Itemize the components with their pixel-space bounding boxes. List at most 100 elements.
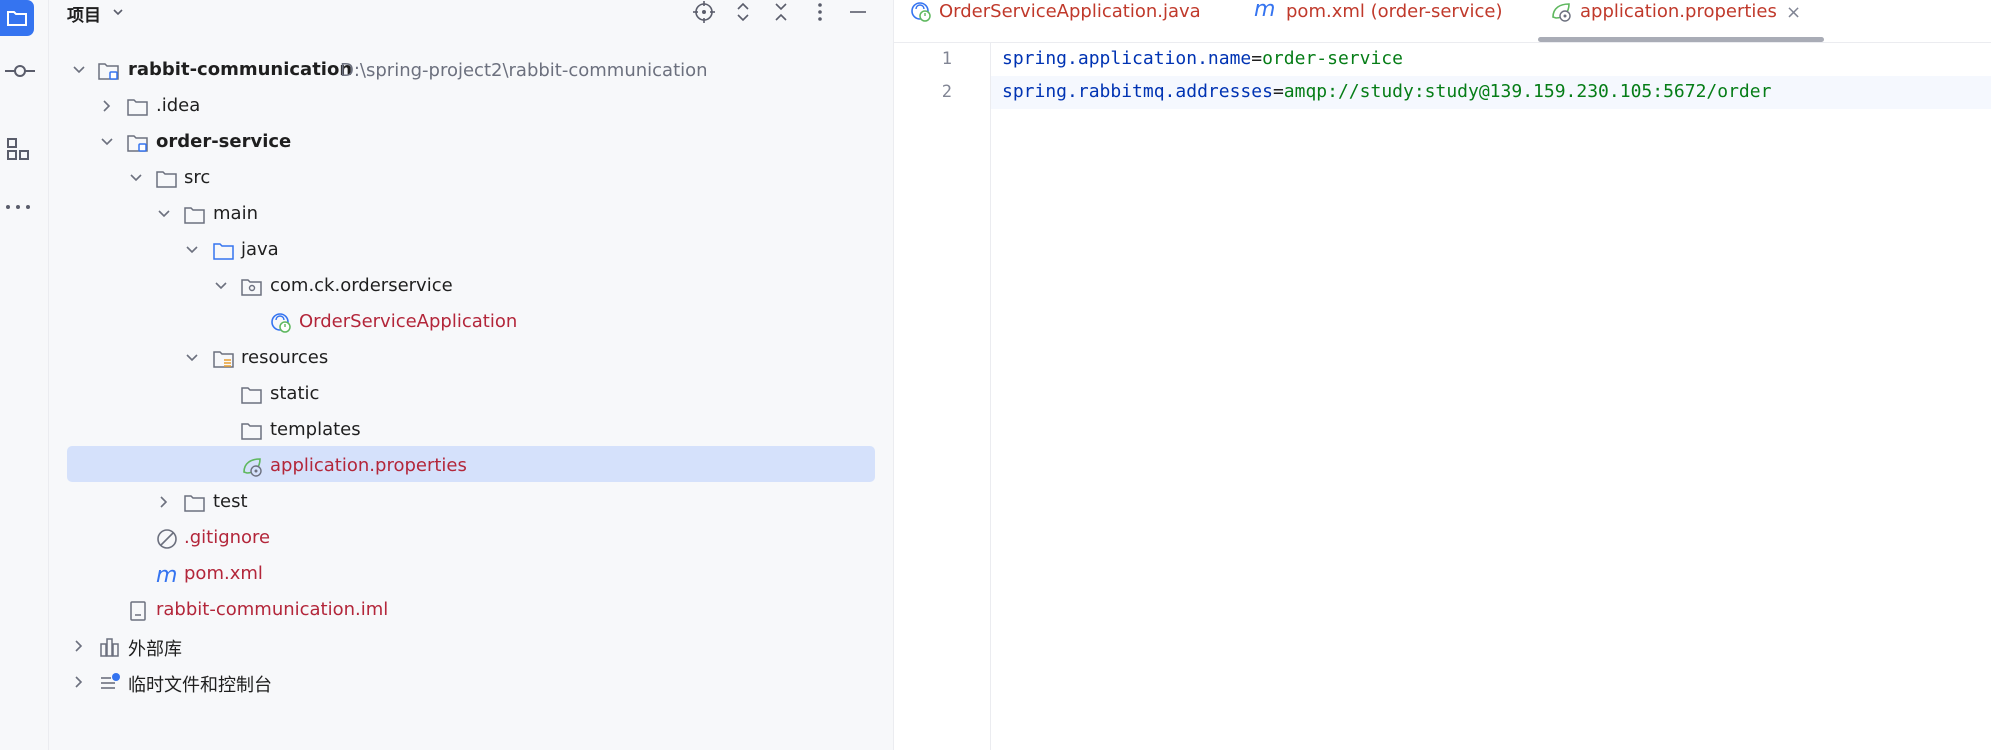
tree-item-label: .gitignore xyxy=(184,527,271,548)
expand-all-icon[interactable] xyxy=(731,0,755,24)
property-value: order-service xyxy=(1262,48,1403,69)
more-icon[interactable] xyxy=(0,189,36,225)
library-icon xyxy=(99,636,121,658)
tree-item-test[interactable]: test xyxy=(49,485,893,521)
chevron-down-icon[interactable] xyxy=(184,242,200,258)
options-icon[interactable] xyxy=(808,0,832,24)
spring-properties-icon xyxy=(1550,1,1572,23)
tab-label: application.properties xyxy=(1580,1,1777,22)
svg-text:m: m xyxy=(1254,0,1275,20)
folder-icon xyxy=(184,492,206,514)
tree-item-label: 外部库 xyxy=(128,639,182,660)
svg-text:m: m xyxy=(156,564,177,586)
project-folder-icon[interactable] xyxy=(0,0,34,36)
chevron-down-icon[interactable] xyxy=(111,4,125,23)
property-separator: = xyxy=(1272,81,1284,102)
tab-pom-xml[interactable]: m pom.xml (order-service) xyxy=(1254,0,1514,42)
line-number: 2 xyxy=(941,82,952,102)
line-number: 1 xyxy=(941,49,952,69)
tree-item-pom-xml[interactable]: m pom.xml xyxy=(49,557,893,593)
minimize-icon[interactable] xyxy=(846,0,870,24)
editor-tabs: OrderServiceApplication.java m pom.xml (… xyxy=(894,0,1991,43)
ide-window: 项目 rabbit-communication D:\spring-projec… xyxy=(0,0,1991,750)
tree-item-external-libraries[interactable]: 外部库 xyxy=(49,629,893,665)
tab-application-properties[interactable]: application.properties × xyxy=(1538,0,1824,42)
folder-icon xyxy=(127,96,149,118)
structure-icon[interactable] xyxy=(0,131,36,167)
tree-item-package[interactable]: com.ck.orderservice xyxy=(49,269,893,305)
tree-item-label: OrderServiceApplication xyxy=(299,311,518,332)
chevron-right-icon[interactable] xyxy=(99,98,115,114)
tree-item-iml[interactable]: rabbit-communication.iml xyxy=(49,593,893,629)
editor: OrderServiceApplication.java m pom.xml (… xyxy=(894,0,1991,750)
project-panel: 项目 rabbit-communication D:\spring-projec… xyxy=(49,0,894,750)
tree-item-rabbit-communication[interactable]: rabbit-communication D:\spring-project2\… xyxy=(49,53,893,89)
tree-item-label: .idea xyxy=(156,95,201,116)
tree-item-java[interactable]: java xyxy=(49,233,893,269)
tree-item-label: test xyxy=(213,491,248,512)
spring-boot-class-icon xyxy=(910,1,932,23)
selection-highlight xyxy=(67,446,875,482)
tab-label: OrderServiceApplication.java xyxy=(939,1,1201,22)
folder-icon xyxy=(241,420,263,442)
code-area[interactable]: spring.application.name=order-service sp… xyxy=(991,43,1991,750)
tree-item-label: templates xyxy=(270,419,361,440)
tree-item-label: com.ck.orderservice xyxy=(270,275,453,296)
property-key: spring.rabbitmq.addresses xyxy=(1002,81,1273,102)
line-number-gutter: 1 2 xyxy=(894,43,991,750)
tree-item-static[interactable]: static xyxy=(49,377,893,413)
ignore-file-icon xyxy=(156,528,178,550)
chevron-down-icon[interactable] xyxy=(99,134,115,150)
property-value: amqp://study:study@139.159.230.105:5672/… xyxy=(1283,81,1772,102)
tree-item-idea[interactable]: .idea xyxy=(49,89,893,125)
tree-item-src[interactable]: src xyxy=(49,161,893,197)
tree-item-label: src xyxy=(184,167,211,188)
property-key: spring.application.name xyxy=(1002,48,1252,69)
tool-strip xyxy=(0,0,49,750)
project-panel-header: 项目 xyxy=(49,0,893,28)
tree-item-main[interactable]: main xyxy=(49,197,893,233)
spring-boot-class-icon xyxy=(270,312,292,334)
module-folder-icon xyxy=(98,60,120,82)
maven-icon: m xyxy=(156,563,178,588)
tree-item-application-properties[interactable]: application.properties xyxy=(49,446,893,482)
property-separator: = xyxy=(1251,48,1263,69)
tree-item-label: application.properties xyxy=(270,455,467,476)
chevron-down-icon[interactable] xyxy=(128,170,144,186)
commit-icon[interactable] xyxy=(2,53,38,89)
source-folder-icon xyxy=(213,240,235,262)
folder-icon xyxy=(156,168,178,190)
module-folder-icon xyxy=(127,132,149,154)
tree-item-gitignore[interactable]: .gitignore xyxy=(49,521,893,557)
tree-item-resources[interactable]: resources xyxy=(49,341,893,377)
resources-folder-icon xyxy=(213,348,235,370)
tree-item-label: resources xyxy=(241,347,329,368)
panel-title[interactable]: 项目 xyxy=(67,1,101,26)
tab-order-service-application[interactable]: OrderServiceApplication.java xyxy=(910,0,1210,42)
iml-file-icon xyxy=(127,600,149,622)
folder-icon xyxy=(184,204,206,226)
chevron-down-icon[interactable] xyxy=(156,206,172,222)
tree-item-path: D:\spring-project2\rabbit-communication xyxy=(340,60,708,81)
tree-item-label: java xyxy=(241,239,279,260)
chevron-down-icon[interactable] xyxy=(71,62,87,78)
code-line[interactable]: spring.application.name=order-service xyxy=(991,43,1991,76)
close-icon[interactable]: × xyxy=(1786,2,1801,23)
locate-icon[interactable] xyxy=(692,0,716,24)
tree-item-order-service-application[interactable]: OrderServiceApplication xyxy=(49,305,893,341)
tree-item-label: static xyxy=(270,383,320,404)
tree-item-label: 临时文件和控制台 xyxy=(128,675,272,696)
tree-item-label: rabbit-communication xyxy=(128,59,353,80)
tree-item-label: main xyxy=(213,203,258,224)
chevron-down-icon[interactable] xyxy=(213,278,229,294)
tree-item-templates[interactable]: templates xyxy=(49,413,893,449)
chevron-down-icon[interactable] xyxy=(184,350,200,366)
tree-item-scratches[interactable]: 临时文件和控制台 xyxy=(49,665,893,701)
chevron-right-icon[interactable] xyxy=(71,638,87,654)
spring-properties-icon xyxy=(241,456,263,478)
tree-item-order-service[interactable]: order-service xyxy=(49,125,893,161)
code-line[interactable]: spring.rabbitmq.addresses=amqp://study:s… xyxy=(991,76,1991,109)
chevron-right-icon[interactable] xyxy=(156,494,172,510)
collapse-all-icon[interactable] xyxy=(769,0,793,24)
chevron-right-icon[interactable] xyxy=(71,674,87,690)
